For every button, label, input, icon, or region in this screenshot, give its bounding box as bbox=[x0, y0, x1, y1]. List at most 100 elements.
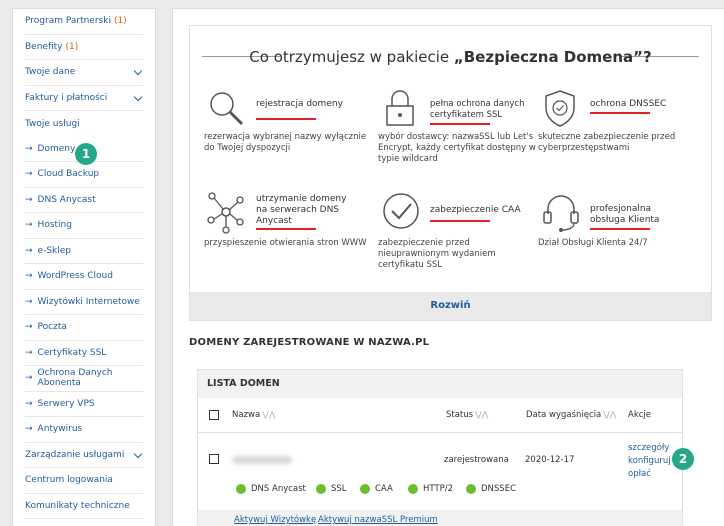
sort-icon[interactable]: ⋁⋀ bbox=[262, 410, 275, 419]
chevron-down-icon bbox=[133, 66, 143, 76]
arrow-right-icon: → bbox=[25, 194, 33, 205]
row-checkbox[interactable] bbox=[209, 454, 219, 464]
column-label: Status bbox=[446, 410, 474, 420]
sidebar-item-label: Serwery VPS bbox=[37, 398, 95, 409]
domain-list: LISTA DOMEN Nazwa ⋁⋀ Status ⋁⋀ Data wygaśn… bbox=[197, 369, 683, 526]
sidebar-item-label: Ochrona Danych Abonenta bbox=[37, 368, 113, 389]
chevron-down-icon bbox=[133, 92, 143, 101]
feature-underline bbox=[430, 123, 490, 125]
arrow-right-icon: → bbox=[25, 296, 33, 307]
column-label: Data wygaśnięcia bbox=[526, 410, 602, 420]
activate-business-card-link[interactable]: Aktywuj Wizytówkę bbox=[234, 515, 316, 525]
service-label: DNSSEC bbox=[481, 484, 517, 494]
check-circle-icon bbox=[383, 193, 419, 229]
service-label: DNS Anycast bbox=[251, 484, 306, 494]
sidebar-item-e-sklep[interactable]: → e-Sklep bbox=[25, 239, 143, 264]
column-header-name[interactable]: Nazwa ⋁⋀ bbox=[232, 410, 275, 420]
sidebar-item-label: Twoje dane bbox=[25, 67, 76, 78]
sidebar-item-cloud-backup[interactable]: → Cloud Backup bbox=[25, 162, 143, 188]
sidebar-item-label: Poczta bbox=[37, 322, 67, 333]
service-label: SSL bbox=[331, 484, 347, 494]
sidebar-item-twoje-dane[interactable]: Twoje dane bbox=[25, 60, 143, 86]
feature-underline bbox=[430, 220, 490, 222]
step-badge-2: 2 bbox=[672, 448, 694, 470]
service-dnssec: DNSSEC bbox=[466, 484, 516, 494]
column-label: Nazwa bbox=[232, 410, 261, 420]
sidebar-item-wordpress-cloud[interactable]: → WordPress Cloud bbox=[25, 264, 143, 290]
step-badge-1: 1 bbox=[75, 143, 97, 165]
select-all-checkbox[interactable] bbox=[209, 410, 219, 420]
expand-button[interactable]: Rozwiń bbox=[190, 292, 711, 320]
domain-status: zarejestrowana bbox=[444, 455, 509, 465]
sidebar-item-wizytowki[interactable]: → Wizytówki Internetowe bbox=[25, 290, 143, 315]
configure-link[interactable]: konfiguruj bbox=[628, 456, 671, 466]
feature-title: profesjonalna obsługa Klienta bbox=[590, 204, 660, 225]
sidebar-item-label: Centrum logowania bbox=[25, 475, 113, 486]
sidebar-item-serwery-vps[interactable]: → Serwery VPS bbox=[25, 392, 143, 417]
activate-ssl-premium-link[interactable]: Aktywuj nazwaSSL Premium bbox=[318, 515, 438, 525]
feature-underline bbox=[590, 112, 650, 114]
service-ssl: SSL bbox=[316, 484, 347, 494]
network-icon bbox=[207, 192, 244, 234]
check-icon bbox=[236, 484, 246, 494]
arrow-right-icon: → bbox=[25, 424, 33, 435]
feature-title: utrzymanie domeny na serwerach DNS Anyca… bbox=[256, 194, 347, 226]
column-header-actions: Akcje bbox=[628, 410, 652, 420]
feature-underline bbox=[256, 118, 316, 120]
sidebar-menu: Program Partnerski (1) Benefity (1) Twoje … bbox=[12, 8, 156, 526]
sidebar-item-zarzadzanie[interactable]: Zarządzanie usługami bbox=[25, 443, 143, 468]
pay-link[interactable]: opłać bbox=[628, 469, 651, 479]
feature-underline bbox=[590, 228, 650, 230]
check-icon bbox=[408, 484, 418, 494]
check-icon bbox=[316, 484, 326, 494]
sort-icon[interactable]: ⋁⋀ bbox=[603, 410, 616, 419]
sidebar-item-program-partnerski[interactable]: Program Partnerski (1) bbox=[25, 9, 143, 35]
count-badge: (1) bbox=[113, 16, 127, 27]
promo-title-bold: „Bezpieczna Domena”? bbox=[453, 48, 652, 66]
sidebar-item-label: DNS Anycast bbox=[37, 194, 96, 205]
sidebar-item-label: Twoje usługi bbox=[25, 118, 80, 129]
arrow-right-icon: → bbox=[25, 245, 33, 256]
feature-desc: wybór dostawcy: nazwaSSL lub Let's Encry… bbox=[378, 132, 536, 164]
column-header-status[interactable]: Status ⋁⋀ bbox=[446, 410, 488, 420]
feature-title: zabezpieczenie CAA bbox=[430, 205, 521, 215]
count-badge: (1) bbox=[65, 41, 79, 52]
service-label: CAA bbox=[375, 484, 393, 494]
feature-desc: przyspieszenie otwierania stron WWW bbox=[204, 238, 367, 248]
sort-icon[interactable]: ⋁⋀ bbox=[475, 410, 488, 419]
promo-title-text: Co otrzymujesz w pakiecie bbox=[249, 48, 454, 66]
sidebar-item-poczta[interactable]: → Poczta bbox=[25, 315, 143, 341]
sidebar-item-label: Faktury i płatności bbox=[25, 92, 108, 103]
promo-title: Co otrzymujesz w pakiecie „Bezpieczna Do… bbox=[190, 48, 711, 66]
sidebar-item-certyfikaty-ssl[interactable]: → Certyfikaty SSL bbox=[25, 341, 143, 366]
sidebar-item-label: Hosting bbox=[37, 220, 72, 231]
sidebar-item-twoje-uslugi[interactable]: Twoje usługi bbox=[25, 111, 143, 137]
feature-desc: rezerwacja wybranej nazwy wyłącznie do T… bbox=[204, 132, 367, 153]
padlock-icon bbox=[386, 90, 414, 126]
sidebar-item-benefity[interactable]: Benefity (1) bbox=[25, 35, 143, 60]
chevron-down-icon bbox=[133, 449, 143, 458]
sidebar-item-faktury[interactable]: Faktury i płatności bbox=[25, 86, 143, 111]
sidebar-item-label: Wizytówki Internetowe bbox=[37, 296, 140, 307]
sidebar-item-centrum-logowania[interactable]: Centrum logowania bbox=[25, 468, 143, 494]
sidebar-item-komunikaty[interactable]: Komunikaty techniczne bbox=[25, 494, 143, 519]
sidebar-item-label: Zarządzanie usługami bbox=[25, 449, 125, 460]
service-caa: CAA bbox=[360, 484, 393, 494]
service-dns-anycast: DNS Anycast bbox=[236, 484, 306, 494]
arrow-right-icon: → bbox=[25, 220, 33, 231]
arrow-right-icon: → bbox=[25, 169, 33, 180]
sidebar-item-ochrona-danych[interactable]: → Ochrona Danych Abonenta bbox=[25, 366, 143, 392]
arrow-right-icon: → bbox=[25, 322, 33, 333]
feature-title: pełna ochrona danych certyfikatem SSL bbox=[430, 99, 525, 120]
sidebar-item-antywirus[interactable]: → Antywirus bbox=[25, 417, 143, 443]
details-link[interactable]: szczegóły bbox=[628, 443, 669, 453]
sidebar-item-hosting[interactable]: → Hosting bbox=[25, 213, 143, 239]
arrow-right-icon: → bbox=[25, 373, 33, 384]
main-panel: Co otrzymujesz w pakiecie „Bezpieczna Do… bbox=[172, 8, 724, 526]
domain-name-redacted bbox=[232, 456, 292, 464]
sidebar-item-dns-anycast[interactable]: → DNS Anycast bbox=[25, 188, 143, 213]
domain-expiry: 2020-12-17 bbox=[525, 455, 575, 465]
arrow-right-icon: → bbox=[25, 271, 33, 282]
column-header-expiry[interactable]: Data wygaśnięcia ⋁⋀ bbox=[526, 410, 616, 420]
sidebar-item-label: Komunikaty techniczne bbox=[25, 500, 130, 511]
